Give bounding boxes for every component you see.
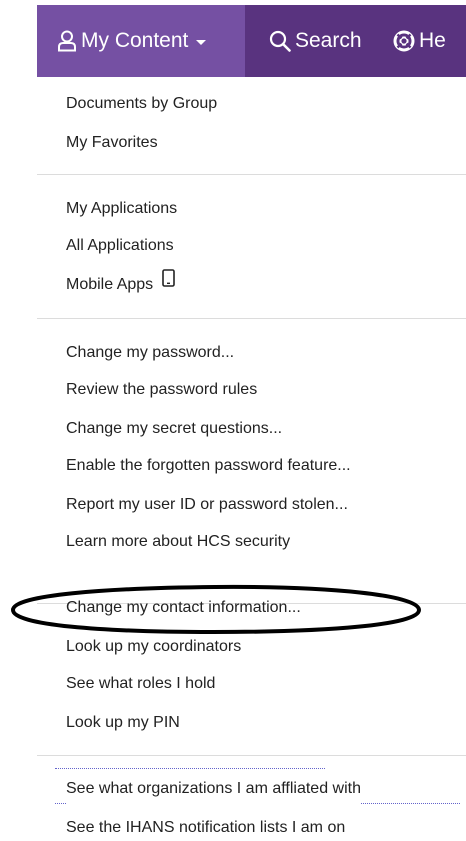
my-content-dropdown-menu: Documents by Group My Favorites My Appli… [37, 77, 466, 841]
search-icon [269, 30, 291, 52]
menu-item-all-applications[interactable]: All Applications [66, 231, 174, 261]
menu-item-see-ihans-lists[interactable]: See the IHANS notification lists I am on [66, 813, 345, 841]
caret-down-icon [196, 39, 207, 45]
menu-item-learn-hcs-security[interactable]: Learn more about HCS security [66, 527, 290, 557]
nav-search[interactable]: Search [245, 5, 375, 77]
menu-divider [37, 755, 466, 756]
screenshot-page: My Content Search He Documents by Group … [0, 0, 466, 841]
partial-text-artifact [55, 768, 325, 773]
menu-item-my-applications[interactable]: My Applications [66, 194, 177, 224]
menu-item-see-organizations[interactable]: See what organizations I am affliated wi… [66, 774, 361, 804]
menu-divider [37, 318, 466, 319]
nav-help[interactable]: He [375, 5, 446, 77]
menu-item-change-secret-questions[interactable]: Change my secret questions... [66, 414, 282, 444]
nav-help-label: He [419, 29, 446, 52]
menu-item-look-up-pin[interactable]: Look up my PIN [66, 708, 180, 738]
nav-my-content-dropdown[interactable]: My Content [37, 5, 245, 77]
menu-item-enable-forgotten-password[interactable]: Enable the forgotten password feature... [66, 451, 351, 481]
menu-item-review-password-rules[interactable]: Review the password rules [66, 375, 257, 405]
lifebuoy-icon [393, 30, 415, 52]
menu-item-mobile-apps-label: Mobile Apps [66, 276, 154, 294]
user-icon [57, 30, 77, 52]
menu-item-documents-by-group[interactable]: Documents by Group [66, 89, 217, 119]
top-navbar: My Content Search He [37, 5, 466, 77]
menu-item-mobile-apps[interactable]: Mobile Apps [66, 268, 175, 300]
menu-item-change-password[interactable]: Change my password... [66, 338, 234, 368]
menu-item-see-roles[interactable]: See what roles I hold [66, 669, 215, 699]
menu-divider [37, 174, 466, 175]
nav-search-label: Search [295, 29, 362, 52]
menu-item-report-stolen-credentials[interactable]: Report my user ID or password stolen... [66, 490, 348, 520]
menu-item-my-favorites[interactable]: My Favorites [66, 128, 158, 158]
mobile-phone-icon [161, 268, 175, 298]
menu-item-look-up-coordinators[interactable]: Look up my coordinators [66, 632, 241, 662]
menu-item-change-contact-information[interactable]: Change my contact information... [66, 593, 301, 623]
nav-my-content-label: My Content [81, 29, 189, 52]
